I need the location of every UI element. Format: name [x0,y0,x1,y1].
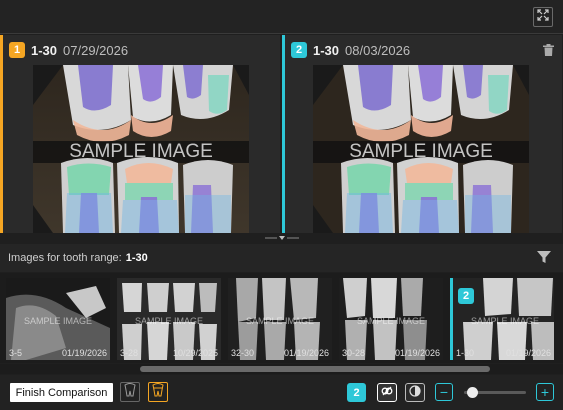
thumbnail-date: 01/19/2026 [394,348,440,358]
pane-header: 1 1-30 07/29/2026 [9,41,128,59]
image-strip-header: Images for tooth range: 1-30 [0,244,563,272]
contrast-button[interactable] [405,383,425,402]
watermark-text: SAMPLE IMAGE [135,316,203,326]
top-bar [0,0,563,34]
zoom-slider-knob[interactable] [466,387,478,398]
watermark-text: SAMPLE IMAGE [246,316,314,326]
pane-tooth-range: 1-30 [313,42,340,58]
expand-icon [537,8,549,26]
pane-number-badge: 1 [9,42,25,58]
thumbnail-date: 01/19/2026 [505,348,551,358]
thumbnail-tooth-range: 30-28 [342,348,366,358]
contrast-icon [409,384,421,402]
watermark-text: SAMPLE IMAGE [357,316,425,326]
pane-tooth-range: 1-30 [31,42,58,58]
link-sync-button[interactable] [377,383,397,402]
thumbnail-strip: SAMPLE IMAGE 3-5 01/19/2026 SAMPLE IMAGE… [0,273,563,363]
watermark-text: SAMPLE IMAGE [69,141,213,162]
pane-header: 2 1-30 08/03/2026 [291,41,410,59]
delete-pane-button[interactable] [543,43,554,61]
thumbnail-item[interactable]: SAMPLE IMAGE 3-28 10/29/2025 [117,278,221,360]
thumbnail-date: 01/19/2026 [283,348,329,358]
tooth-view-button[interactable] [120,382,140,402]
pane-date: 07/29/2026 [63,42,129,58]
thumbnail-tooth-range: 32-30 [231,348,255,358]
scrollbar-thumb[interactable] [140,366,490,372]
filter-button[interactable] [537,250,551,269]
trash-icon [543,43,554,60]
comparison-panes: 1 1-30 07/29/2026 SAMPLE IMAGE 2 1-30 08… [0,35,563,233]
watermark-text: SAMPLE IMAGE [471,316,539,326]
filter-icon [537,251,551,268]
thumbnail-date: 10/29/2025 [172,348,218,358]
xray-image[interactable]: SAMPLE IMAGE [33,65,249,233]
thumbnail-item[interactable]: SAMPLE IMAGE 32-30 01/19/2026 [228,278,332,360]
finish-comparison-button[interactable]: Finish Comparison [10,383,113,402]
tooth-chart-button[interactable] [148,382,168,402]
comparison-pane-1[interactable]: 1 1-30 07/29/2026 SAMPLE IMAGE [0,35,280,233]
thumbnail-item-selected[interactable]: SAMPLE IMAGE 2 1-30 01/19/2026 [450,278,554,360]
strip-title: Images for tooth range: 1-30 [8,252,148,264]
xray-image[interactable]: SAMPLE IMAGE [313,65,529,233]
pane-number-badge: 2 [291,42,307,58]
selected-count-badge: 2 [347,383,366,402]
comparison-pane-2[interactable]: 2 1-30 08/03/2026 SAMPLE IMAGE [282,35,562,233]
thumbnail-date: 01/19/2026 [61,348,107,358]
strip-range: 1-30 [125,252,148,264]
zoom-slider[interactable] [464,387,526,398]
expand-button[interactable] [533,7,553,27]
watermark-text: SAMPLE IMAGE [24,316,92,326]
tooth-chart-icon [152,382,164,402]
thumbnail-item[interactable]: SAMPLE IMAGE 30-28 01/19/2026 [339,278,443,360]
selection-badge: 2 [458,288,474,304]
strip-label: Images for tooth range: [8,252,122,264]
thumbnail-tooth-range: 1-30 [456,348,475,358]
thumbnail-tooth-range: 3-28 [120,348,139,358]
thumbnail-tooth-range: 3-5 [9,348,23,358]
pane-date: 08/03/2026 [345,42,411,58]
zoom-out-button[interactable]: − [435,383,453,401]
tooth-icon [124,382,136,402]
thumbnail-item[interactable]: SAMPLE IMAGE 3-5 01/19/2026 [6,278,110,360]
zoom-in-button[interactable]: + [536,383,554,401]
watermark-text: SAMPLE IMAGE [349,141,493,162]
bottom-toolbar: Finish Comparison 2 − + [0,375,563,410]
thumbnail-scrollbar[interactable] [0,364,563,374]
link-icon [381,384,393,402]
splitter-handle[interactable] [265,234,299,242]
